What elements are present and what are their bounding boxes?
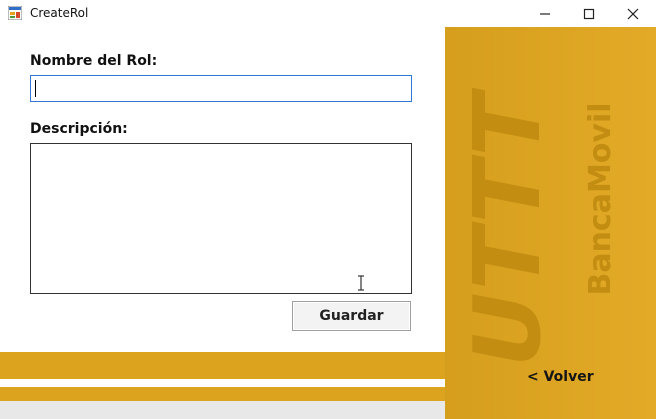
brand-panel: UTTT BancaMovil < Volver — [445, 27, 656, 419]
maximize-icon — [583, 8, 595, 19]
description-label: Descripción: — [30, 121, 128, 137]
i-beam-cursor-icon — [358, 275, 364, 291]
close-button[interactable] — [610, 0, 656, 27]
maximize-button[interactable] — [566, 0, 612, 27]
description-textarea[interactable] — [30, 143, 412, 294]
role-name-input[interactable] — [30, 75, 412, 102]
close-icon — [627, 8, 639, 19]
title-bar: CreateRol — [0, 0, 656, 27]
brand-logo-text: UTTT — [454, 91, 561, 367]
decorative-stripe — [0, 387, 445, 401]
brand-subtitle: BancaMovil — [583, 102, 618, 296]
save-button[interactable]: Guardar — [292, 301, 411, 331]
role-name-label: Nombre del Rol: — [30, 53, 158, 69]
decorative-stripe — [0, 352, 445, 379]
back-link[interactable]: < Volver — [527, 369, 594, 385]
bottom-band — [0, 401, 445, 419]
minimize-icon — [540, 12, 550, 15]
text-caret — [35, 80, 36, 97]
app-icon — [8, 6, 22, 20]
window-title: CreateRol — [30, 6, 89, 20]
minimize-button[interactable] — [522, 0, 568, 27]
